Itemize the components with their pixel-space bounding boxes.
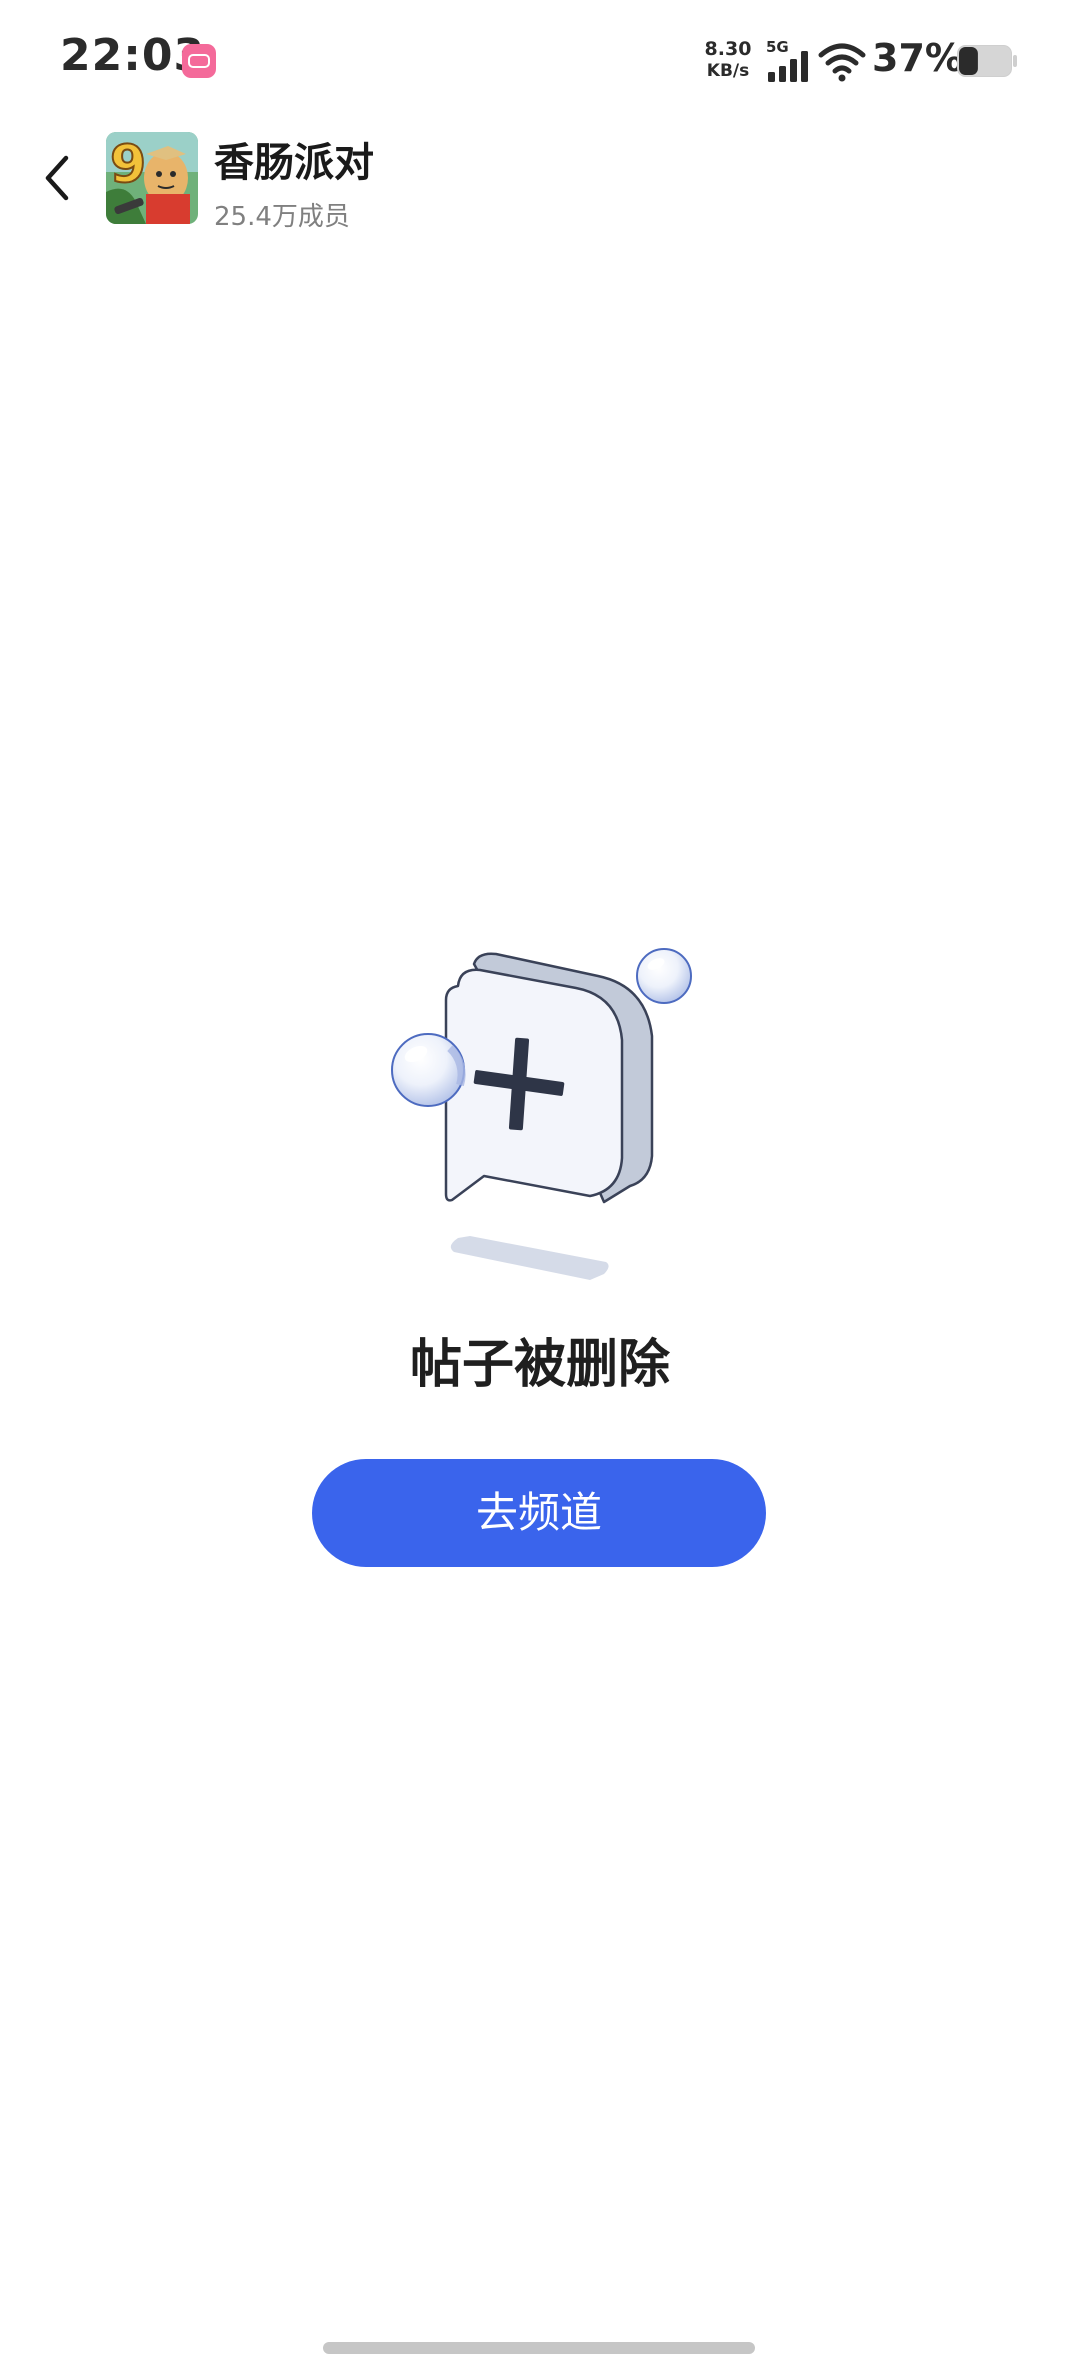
battery-percent: 37% [872,36,963,80]
bilibili-icon [182,44,216,78]
screen: 22:03 8.30 KB/s 5G 37% 9 香肠派对 25.4万成员 帖子… [0,0,1080,2376]
svg-text:9: 9 [110,135,146,195]
go-channel-button[interactable]: 去频道 [312,1459,766,1567]
game-avatar-image: 9 [106,132,198,224]
channel-avatar[interactable]: 9 [106,132,198,224]
chevron-left-icon [45,155,69,201]
back-button[interactable] [36,148,84,208]
cellular-signal-icon: 5G [766,38,808,82]
wifi-icon [818,43,866,82]
home-indicator[interactable] [323,2342,755,2354]
deleted-title: 帖子被删除 [409,1335,670,1395]
network-speed-unit: KB/s [706,61,750,81]
chat-bubble-plus-icon [391,948,692,1280]
network-speed-value: 8.30 [704,38,752,60]
channel-name[interactable]: 香肠派对 [214,130,374,188]
battery-icon [957,45,1017,77]
channel-member-count: 25.4万成员 [214,202,350,232]
network-type-label: 5G [766,38,789,56]
status-bar: 22:03 8.30 KB/s 5G 37% [0,0,1080,120]
network-speed: 8.30 KB/s [702,38,754,82]
